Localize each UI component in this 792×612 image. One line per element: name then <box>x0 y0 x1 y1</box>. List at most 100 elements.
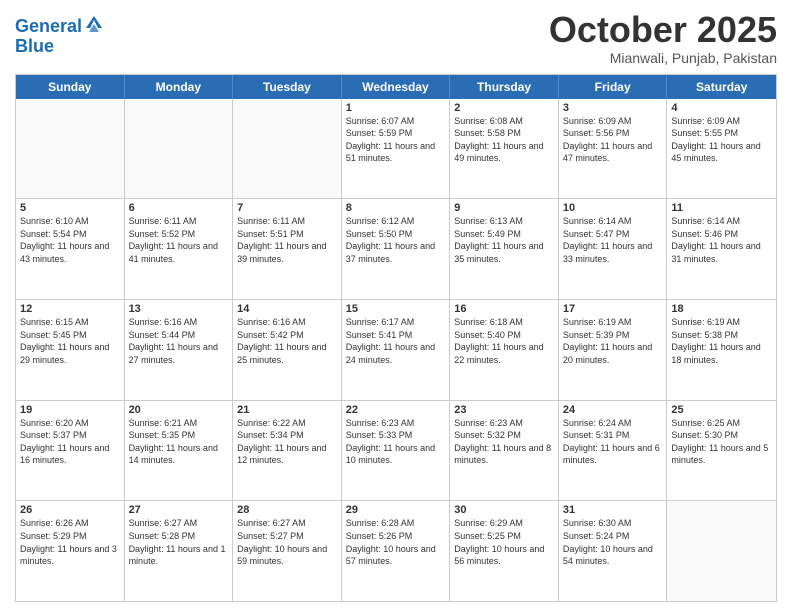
sun-info: Sunrise: 6:21 AMSunset: 5:35 PMDaylight:… <box>129 417 229 467</box>
calendar-week-2: 12Sunrise: 6:15 AMSunset: 5:45 PMDayligh… <box>16 299 776 400</box>
day-number: 16 <box>454 303 554 315</box>
calendar-cell: 29Sunrise: 6:28 AMSunset: 5:26 PMDayligh… <box>342 501 451 601</box>
sun-info: Sunrise: 6:27 AMSunset: 5:28 PMDaylight:… <box>129 517 229 567</box>
sun-info: Sunrise: 6:09 AMSunset: 5:55 PMDaylight:… <box>671 115 772 165</box>
day-number: 24 <box>563 404 663 416</box>
day-header-sunday: Sunday <box>16 75 125 99</box>
calendar-cell <box>16 99 125 199</box>
calendar-cell: 30Sunrise: 6:29 AMSunset: 5:25 PMDayligh… <box>450 501 559 601</box>
sun-info: Sunrise: 6:16 AMSunset: 5:42 PMDaylight:… <box>237 316 337 366</box>
day-number: 9 <box>454 202 554 214</box>
calendar-cell: 12Sunrise: 6:15 AMSunset: 5:45 PMDayligh… <box>16 300 125 400</box>
sun-info: Sunrise: 6:29 AMSunset: 5:25 PMDaylight:… <box>454 517 554 567</box>
calendar-cell: 2Sunrise: 6:08 AMSunset: 5:58 PMDaylight… <box>450 99 559 199</box>
day-number: 10 <box>563 202 663 214</box>
sun-info: Sunrise: 6:23 AMSunset: 5:33 PMDaylight:… <box>346 417 446 467</box>
calendar-cell: 4Sunrise: 6:09 AMSunset: 5:55 PMDaylight… <box>667 99 776 199</box>
day-header-monday: Monday <box>125 75 234 99</box>
calendar-cell: 31Sunrise: 6:30 AMSunset: 5:24 PMDayligh… <box>559 501 668 601</box>
calendar-week-0: 1Sunrise: 6:07 AMSunset: 5:59 PMDaylight… <box>16 99 776 199</box>
day-number: 14 <box>237 303 337 315</box>
calendar-cell: 16Sunrise: 6:18 AMSunset: 5:40 PMDayligh… <box>450 300 559 400</box>
calendar-body: 1Sunrise: 6:07 AMSunset: 5:59 PMDaylight… <box>16 99 776 601</box>
day-number: 19 <box>20 404 120 416</box>
day-number: 25 <box>671 404 772 416</box>
logo-text: General <box>15 14 104 37</box>
sun-info: Sunrise: 6:17 AMSunset: 5:41 PMDaylight:… <box>346 316 446 366</box>
sun-info: Sunrise: 6:30 AMSunset: 5:24 PMDaylight:… <box>563 517 663 567</box>
sun-info: Sunrise: 6:15 AMSunset: 5:45 PMDaylight:… <box>20 316 120 366</box>
day-number: 29 <box>346 504 446 516</box>
calendar-cell: 5Sunrise: 6:10 AMSunset: 5:54 PMDaylight… <box>16 199 125 299</box>
calendar-cell <box>667 501 776 601</box>
header: General Blue October 2025 Mianwali, Punj… <box>15 10 777 66</box>
day-number: 20 <box>129 404 229 416</box>
calendar-cell: 6Sunrise: 6:11 AMSunset: 5:52 PMDaylight… <box>125 199 234 299</box>
sun-info: Sunrise: 6:14 AMSunset: 5:47 PMDaylight:… <box>563 215 663 265</box>
calendar-cell: 3Sunrise: 6:09 AMSunset: 5:56 PMDaylight… <box>559 99 668 199</box>
calendar-week-1: 5Sunrise: 6:10 AMSunset: 5:54 PMDaylight… <box>16 198 776 299</box>
calendar: SundayMondayTuesdayWednesdayThursdayFrid… <box>15 74 777 602</box>
calendar-cell: 19Sunrise: 6:20 AMSunset: 5:37 PMDayligh… <box>16 401 125 501</box>
logo: General Blue <box>15 14 104 57</box>
day-header-wednesday: Wednesday <box>342 75 451 99</box>
calendar-cell: 28Sunrise: 6:27 AMSunset: 5:27 PMDayligh… <box>233 501 342 601</box>
sun-info: Sunrise: 6:25 AMSunset: 5:30 PMDaylight:… <box>671 417 772 467</box>
title-block: October 2025 Mianwali, Punjab, Pakistan <box>549 10 777 66</box>
sun-info: Sunrise: 6:19 AMSunset: 5:38 PMDaylight:… <box>671 316 772 366</box>
calendar-cell: 11Sunrise: 6:14 AMSunset: 5:46 PMDayligh… <box>667 199 776 299</box>
calendar-cell: 26Sunrise: 6:26 AMSunset: 5:29 PMDayligh… <box>16 501 125 601</box>
sun-info: Sunrise: 6:20 AMSunset: 5:37 PMDaylight:… <box>20 417 120 467</box>
calendar-week-4: 26Sunrise: 6:26 AMSunset: 5:29 PMDayligh… <box>16 500 776 601</box>
day-header-tuesday: Tuesday <box>233 75 342 99</box>
day-header-saturday: Saturday <box>667 75 776 99</box>
day-number: 6 <box>129 202 229 214</box>
calendar-cell <box>233 99 342 199</box>
month-title: October 2025 <box>549 10 777 50</box>
calendar-week-3: 19Sunrise: 6:20 AMSunset: 5:37 PMDayligh… <box>16 400 776 501</box>
day-number: 3 <box>563 102 663 114</box>
day-number: 23 <box>454 404 554 416</box>
calendar-cell: 17Sunrise: 6:19 AMSunset: 5:39 PMDayligh… <box>559 300 668 400</box>
day-number: 21 <box>237 404 337 416</box>
calendar-cell: 22Sunrise: 6:23 AMSunset: 5:33 PMDayligh… <box>342 401 451 501</box>
sun-info: Sunrise: 6:10 AMSunset: 5:54 PMDaylight:… <box>20 215 120 265</box>
sun-info: Sunrise: 6:08 AMSunset: 5:58 PMDaylight:… <box>454 115 554 165</box>
day-number: 17 <box>563 303 663 315</box>
sun-info: Sunrise: 6:09 AMSunset: 5:56 PMDaylight:… <box>563 115 663 165</box>
calendar-cell: 27Sunrise: 6:27 AMSunset: 5:28 PMDayligh… <box>125 501 234 601</box>
day-number: 22 <box>346 404 446 416</box>
sun-info: Sunrise: 6:26 AMSunset: 5:29 PMDaylight:… <box>20 517 120 567</box>
sun-info: Sunrise: 6:14 AMSunset: 5:46 PMDaylight:… <box>671 215 772 265</box>
calendar-cell: 8Sunrise: 6:12 AMSunset: 5:50 PMDaylight… <box>342 199 451 299</box>
calendar-cell: 7Sunrise: 6:11 AMSunset: 5:51 PMDaylight… <box>233 199 342 299</box>
sun-info: Sunrise: 6:24 AMSunset: 5:31 PMDaylight:… <box>563 417 663 467</box>
day-number: 27 <box>129 504 229 516</box>
day-number: 2 <box>454 102 554 114</box>
day-number: 13 <box>129 303 229 315</box>
sun-info: Sunrise: 6:23 AMSunset: 5:32 PMDaylight:… <box>454 417 554 467</box>
calendar-cell: 21Sunrise: 6:22 AMSunset: 5:34 PMDayligh… <box>233 401 342 501</box>
day-number: 5 <box>20 202 120 214</box>
location: Mianwali, Punjab, Pakistan <box>549 50 777 66</box>
day-number: 8 <box>346 202 446 214</box>
day-header-thursday: Thursday <box>450 75 559 99</box>
sun-info: Sunrise: 6:11 AMSunset: 5:51 PMDaylight:… <box>237 215 337 265</box>
day-header-friday: Friday <box>559 75 668 99</box>
sun-info: Sunrise: 6:12 AMSunset: 5:50 PMDaylight:… <box>346 215 446 265</box>
calendar-cell: 10Sunrise: 6:14 AMSunset: 5:47 PMDayligh… <box>559 199 668 299</box>
calendar-cell: 14Sunrise: 6:16 AMSunset: 5:42 PMDayligh… <box>233 300 342 400</box>
sun-info: Sunrise: 6:22 AMSunset: 5:34 PMDaylight:… <box>237 417 337 467</box>
sun-info: Sunrise: 6:13 AMSunset: 5:49 PMDaylight:… <box>454 215 554 265</box>
logo-content: General Blue <box>15 14 104 57</box>
sun-info: Sunrise: 6:18 AMSunset: 5:40 PMDaylight:… <box>454 316 554 366</box>
logo-icon <box>84 14 104 32</box>
day-number: 31 <box>563 504 663 516</box>
calendar-cell: 15Sunrise: 6:17 AMSunset: 5:41 PMDayligh… <box>342 300 451 400</box>
calendar-cell: 18Sunrise: 6:19 AMSunset: 5:38 PMDayligh… <box>667 300 776 400</box>
calendar-header-row: SundayMondayTuesdayWednesdayThursdayFrid… <box>16 75 776 99</box>
calendar-cell: 1Sunrise: 6:07 AMSunset: 5:59 PMDaylight… <box>342 99 451 199</box>
sun-info: Sunrise: 6:11 AMSunset: 5:52 PMDaylight:… <box>129 215 229 265</box>
calendar-cell: 25Sunrise: 6:25 AMSunset: 5:30 PMDayligh… <box>667 401 776 501</box>
day-number: 4 <box>671 102 772 114</box>
